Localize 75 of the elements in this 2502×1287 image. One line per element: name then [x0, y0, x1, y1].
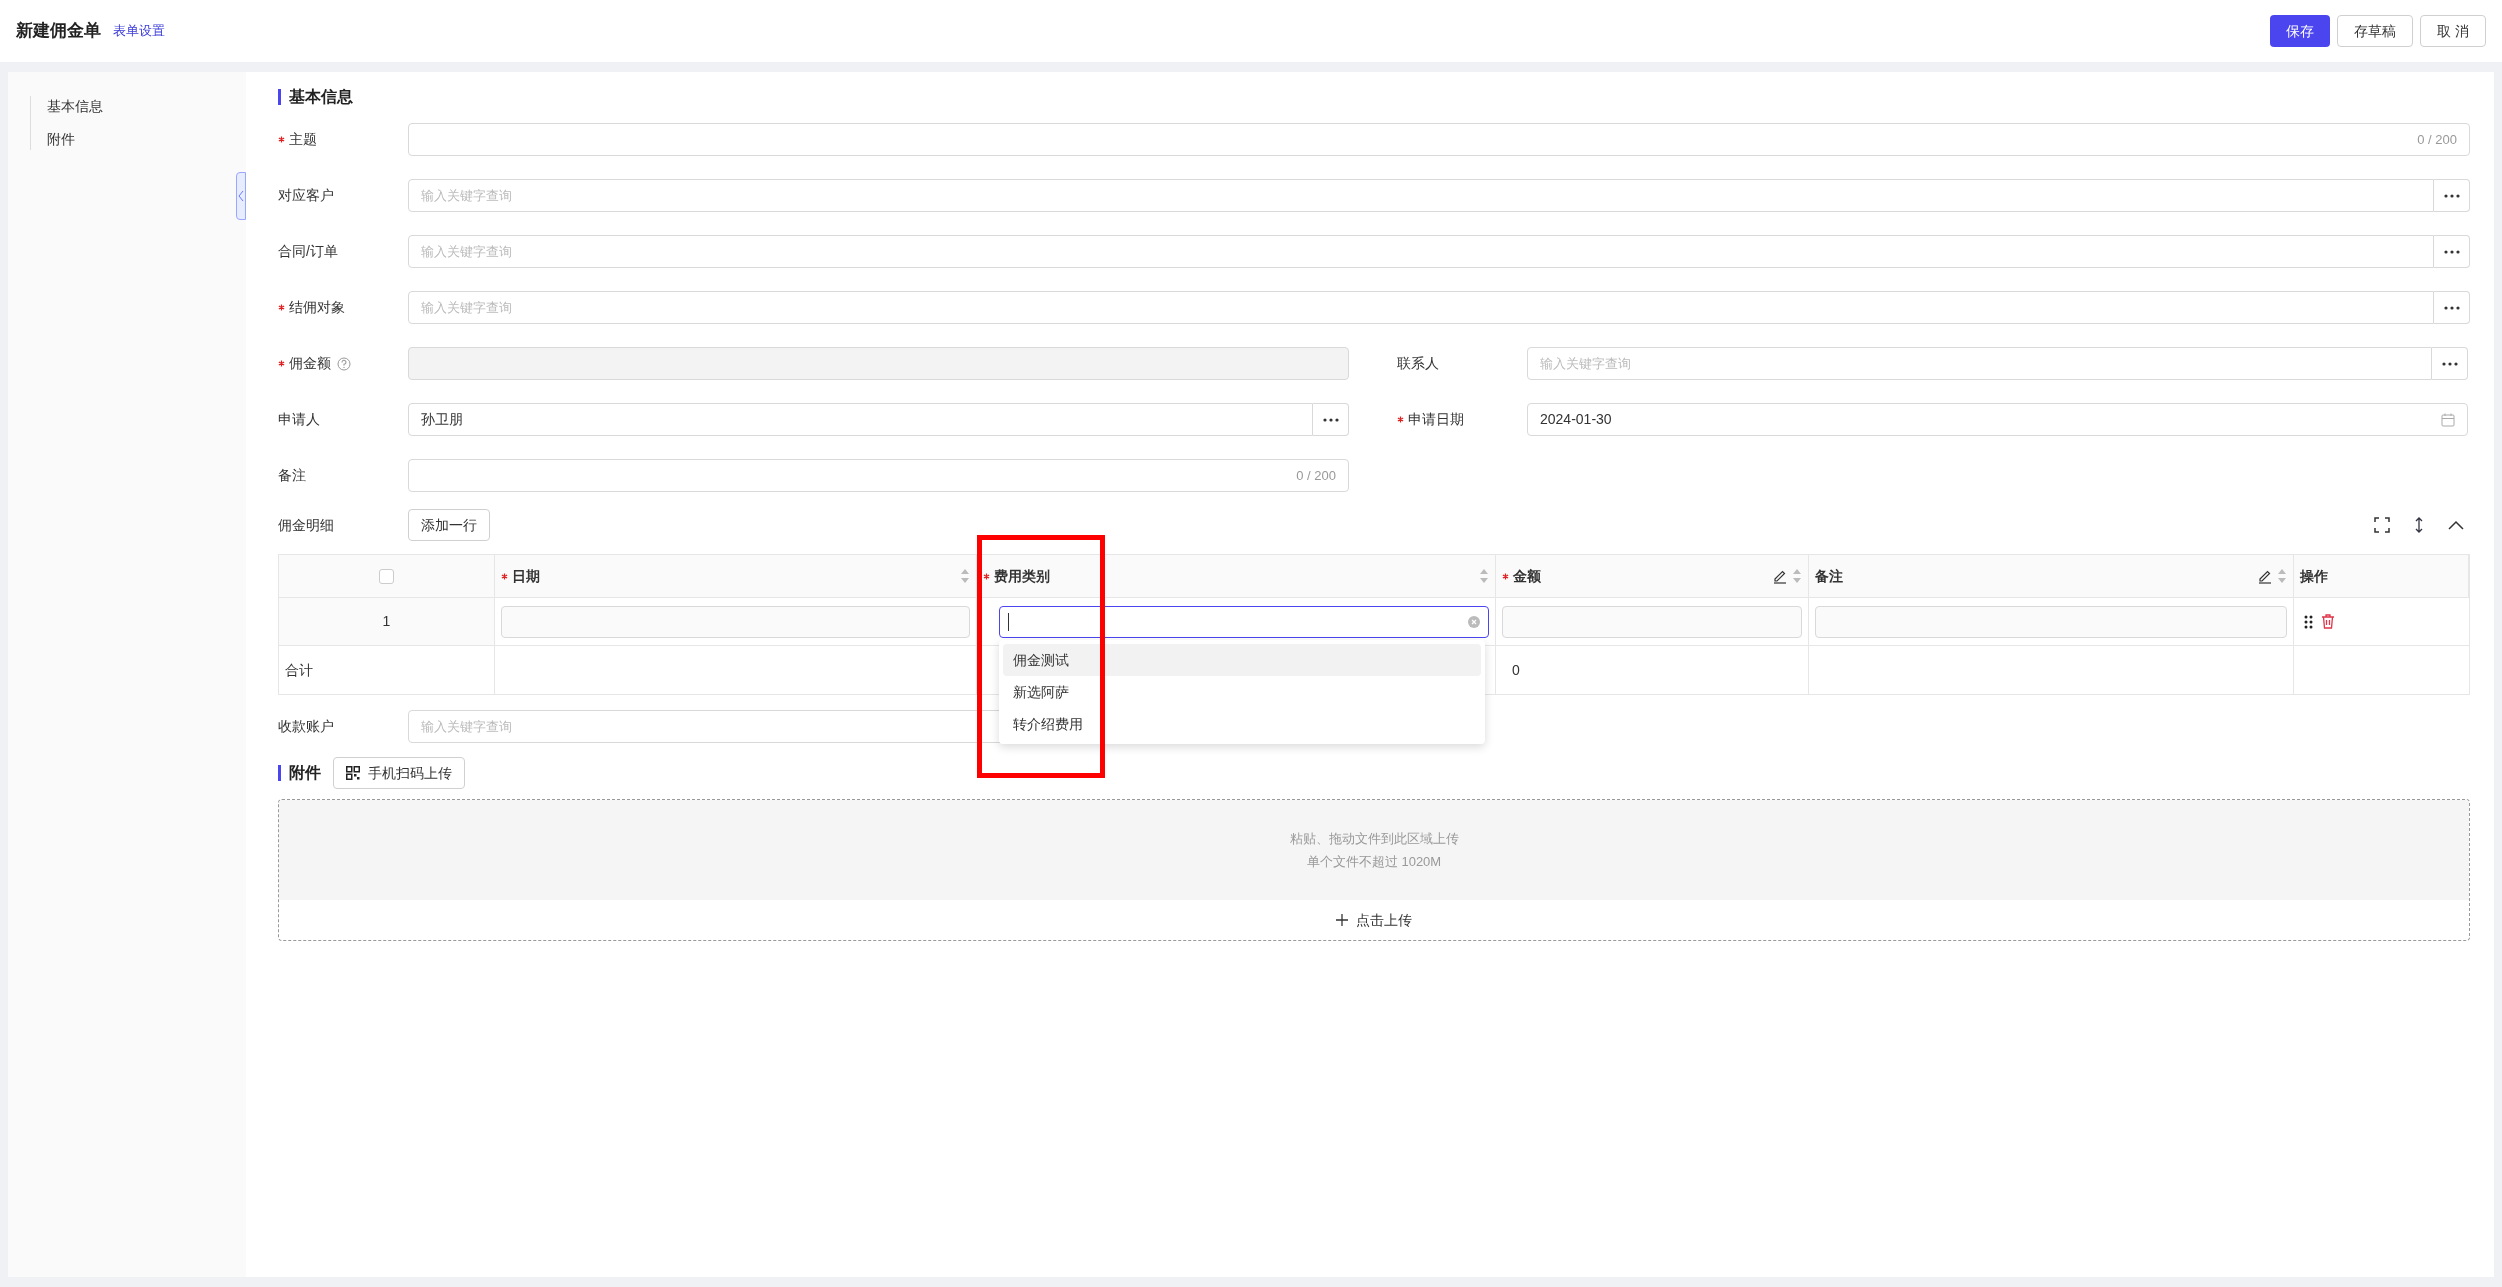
header-button[interactable]: 存草稿 [2337, 15, 2414, 47]
field-label: 申请人 [278, 410, 320, 429]
delete-icon[interactable] [2321, 614, 2335, 629]
section-title: 附件 [289, 763, 321, 783]
total-amount: 0 [1512, 660, 1520, 680]
sort-icon [1479, 568, 1489, 584]
drag-handle-icon[interactable] [2304, 614, 2313, 629]
upload-link[interactable]: 点击上传 [1356, 909, 1412, 931]
row-height-icon[interactable] [2414, 516, 2424, 534]
qr-code-icon [346, 766, 360, 780]
field-label: 申请日期 [1408, 410, 1464, 429]
more-button[interactable] [2432, 347, 2468, 380]
text-cursor [1008, 612, 1009, 631]
field-label: 主题 [289, 130, 317, 149]
sort-icon [2277, 568, 2287, 584]
upload-hint: 粘贴、拖动文件到此区域上传 [1289, 829, 1459, 848]
dropdown-option[interactable]: 新选阿萨 [1003, 676, 1481, 708]
column-header: 日期 [495, 555, 977, 597]
section-title: 基本信息 [289, 87, 353, 107]
field-label: 收款账户 [278, 717, 335, 736]
more-button[interactable] [2434, 179, 2470, 212]
more-icon [2443, 305, 2460, 310]
column-header: 备注 [1809, 555, 2294, 597]
field-label: 合同/订单 [278, 242, 338, 261]
column-header: 金额 [1496, 555, 1809, 597]
page-title: 新建佣金单 [16, 20, 101, 43]
header-button[interactable]: 取 消 [2420, 15, 2486, 47]
detail-label: 佣金明细 [278, 515, 335, 535]
column-header: 操作 [2294, 555, 2469, 597]
edit-icon[interactable] [2257, 568, 2273, 584]
collapse-handle[interactable] [236, 172, 246, 220]
field-label: 佣金额 [289, 354, 331, 373]
fullscreen-icon[interactable] [2374, 517, 2390, 533]
more-icon [1322, 417, 1339, 422]
date-field[interactable]: 2024-01-30 [1527, 403, 2468, 436]
field-label: 联系人 [1397, 354, 1439, 373]
more-button[interactable] [2434, 235, 2470, 268]
lookup-field[interactable]: 孙卫朋 [408, 403, 1313, 436]
char-counter: 0 / 200 [1296, 466, 1336, 485]
section-marker [278, 765, 281, 781]
cell-input[interactable] [501, 605, 970, 638]
field-label: 对应客户 [278, 186, 334, 205]
select-field[interactable] [999, 605, 1489, 638]
more-icon [2443, 249, 2460, 254]
more-button[interactable] [2434, 291, 2470, 324]
char-counter: 0 / 200 [2417, 130, 2457, 149]
section-marker [278, 89, 281, 105]
scan-upload-button[interactable]: 手机扫码上传 [333, 757, 465, 789]
calendar-icon [2441, 412, 2455, 427]
header-button[interactable]: 保存 [2270, 15, 2331, 47]
sort-icon [960, 568, 970, 584]
total-label: 合计 [285, 660, 313, 680]
field-label: 结佣对象 [289, 298, 345, 317]
add-row-button[interactable]: 添加一行 [408, 509, 490, 541]
collapse-icon[interactable] [2448, 520, 2464, 530]
chevron-left-icon [238, 190, 244, 202]
more-icon [2443, 193, 2460, 198]
cell-input[interactable] [1815, 605, 2287, 638]
sidebar-item[interactable]: 基本信息 [47, 96, 246, 117]
sort-icon [1792, 568, 1802, 584]
dropdown-option[interactable]: 佣金测试 [1003, 644, 1481, 676]
field-label: 备注 [278, 466, 306, 485]
form-settings-link[interactable]: 表单设置 [113, 21, 165, 41]
plus-icon [1336, 914, 1348, 926]
upload-hint: 单个文件不超过 1020M [1306, 853, 1442, 871]
edit-icon[interactable] [1772, 568, 1788, 584]
upload-area[interactable]: 粘贴、拖动文件到此区域上传 单个文件不超过 1020M 点击上传 [278, 799, 2470, 941]
column-header: 费用类别 [977, 555, 1496, 597]
more-button[interactable] [1313, 403, 1349, 436]
clear-icon[interactable] [1468, 615, 1480, 628]
sidebar-item[interactable]: 附件 [47, 129, 246, 150]
more-icon [2441, 361, 2458, 366]
cell-input[interactable] [1502, 605, 1802, 638]
checkbox[interactable] [379, 568, 394, 584]
row-number: 1 [382, 612, 391, 631]
